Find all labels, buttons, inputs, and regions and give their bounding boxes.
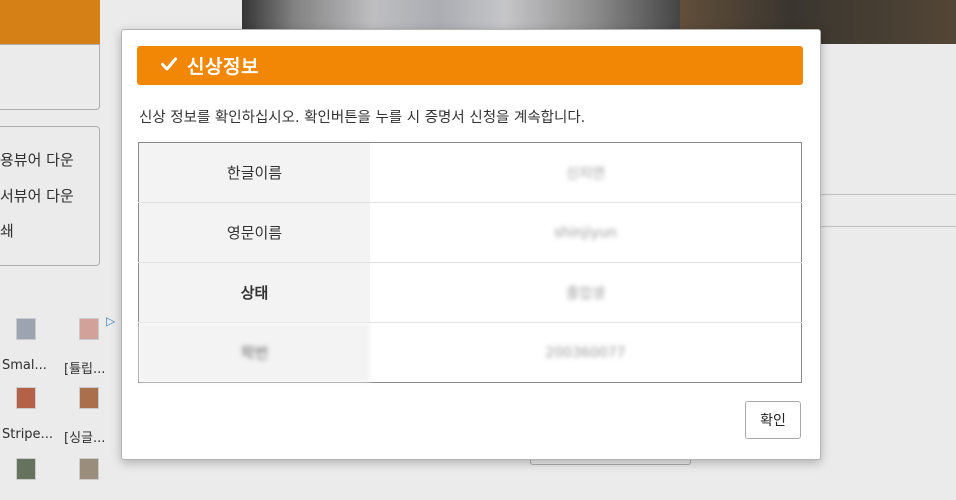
row-value: 신지연: [370, 142, 802, 203]
table-row: 한글이름 신지연: [138, 142, 802, 203]
dialog-header: 신상정보: [137, 46, 803, 85]
row-label: 학번: [138, 322, 370, 383]
dialog-title: 신상정보: [187, 56, 259, 78]
table-row: 학번 200360077: [138, 322, 802, 383]
personal-info-dialog: 신상정보 신상 정보를 확인하십시오. 확인버튼을 누를 시 증명서 신청을 계…: [121, 29, 821, 460]
info-table: 한글이름 신지연 영문이름 shinjiyun 상태 졸업생 학번 200360…: [138, 142, 802, 383]
dialog-description: 신상 정보를 확인하십시오. 확인버튼을 누를 시 증명서 신청을 계속합니다.: [139, 110, 586, 126]
table-row: 상태 졸업생: [138, 262, 802, 323]
table-row: 영문이름 shinjiyun: [138, 202, 802, 263]
check-icon: [161, 56, 181, 75]
confirm-button[interactable]: 확인: [745, 401, 801, 439]
row-label: 상태: [138, 262, 370, 323]
row-label: 영문이름: [138, 202, 370, 263]
row-value: 졸업생: [370, 262, 802, 323]
row-value: shinjiyun: [370, 202, 802, 263]
row-label: 한글이름: [138, 142, 370, 203]
row-value: 200360077: [545, 344, 626, 361]
